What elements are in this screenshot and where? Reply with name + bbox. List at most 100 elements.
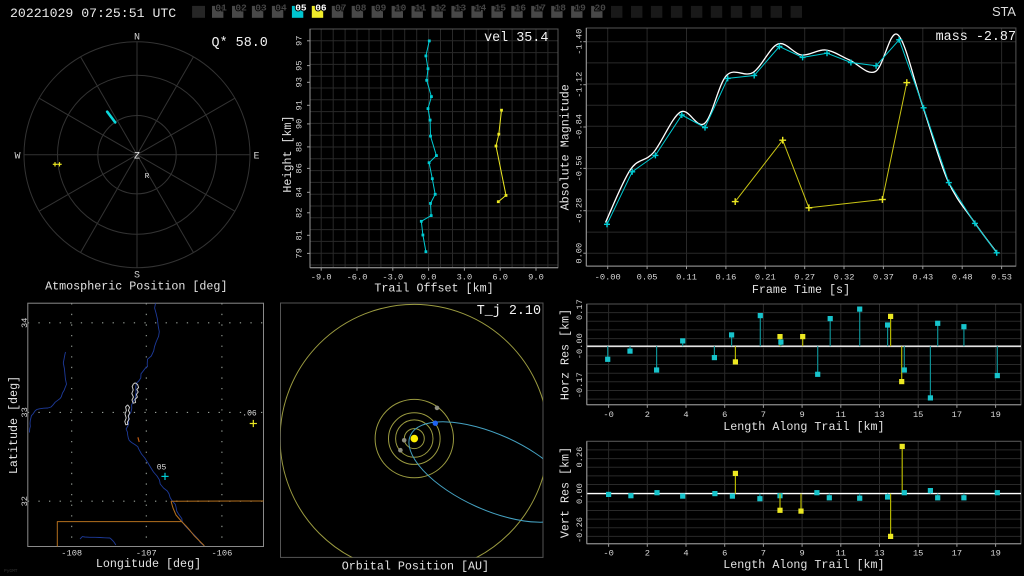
svg-text:6: 6 xyxy=(722,549,727,559)
svg-text:95: 95 xyxy=(295,60,305,70)
svg-text:0.00: 0.00 xyxy=(575,243,585,264)
svg-text:05: 05 xyxy=(157,464,167,473)
svg-text:Horz Res [km]: Horz Res [km] xyxy=(559,309,573,400)
svg-text:15: 15 xyxy=(913,410,923,420)
svg-text:0.16: 0.16 xyxy=(715,273,736,283)
svg-text:86: 86 xyxy=(295,163,305,173)
svg-text:4: 4 xyxy=(683,549,688,559)
svg-text:90: 90 xyxy=(295,119,305,129)
svg-text:20221029 07:25:51 UTC: 20221029 07:25:51 UTC xyxy=(10,6,176,21)
svg-text:-0: -0 xyxy=(603,410,613,420)
svg-text:0.11: 0.11 xyxy=(676,273,697,283)
svg-text:20: 20 xyxy=(594,2,606,13)
svg-text:11: 11 xyxy=(836,410,846,420)
svg-text:0.21: 0.21 xyxy=(755,273,776,283)
svg-text:9.0: 9.0 xyxy=(528,273,544,283)
svg-text:82: 82 xyxy=(295,208,305,218)
svg-text:0.37: 0.37 xyxy=(873,273,894,283)
svg-text:-1.12: -1.12 xyxy=(575,72,585,98)
svg-text:07: 07 xyxy=(335,2,347,13)
svg-text:06: 06 xyxy=(315,2,327,13)
svg-text:13: 13 xyxy=(455,2,467,13)
svg-text:01: 01 xyxy=(215,2,227,13)
svg-text:E: E xyxy=(253,151,259,162)
svg-text:PyGMT: PyGMT xyxy=(4,568,18,574)
svg-text:STA: STA xyxy=(992,4,1016,19)
svg-text:14: 14 xyxy=(475,2,487,13)
svg-text:-9.0: -9.0 xyxy=(311,273,332,283)
svg-text:33: 33 xyxy=(20,407,30,417)
svg-text:7: 7 xyxy=(761,410,766,420)
svg-text:6.0: 6.0 xyxy=(492,273,508,283)
svg-text:Longitude [deg]: Longitude [deg] xyxy=(96,557,201,571)
svg-text:91: 91 xyxy=(295,100,305,110)
svg-text:11: 11 xyxy=(836,549,846,559)
svg-text:Height [km]: Height [km] xyxy=(281,115,295,192)
svg-text:-0.17: -0.17 xyxy=(575,372,585,398)
svg-text:vel 35.4: vel 35.4 xyxy=(484,31,548,46)
svg-text:0.53: 0.53 xyxy=(991,273,1012,283)
svg-text:17: 17 xyxy=(952,549,962,559)
svg-text:-0: -0 xyxy=(603,549,613,559)
svg-text:88: 88 xyxy=(295,142,305,152)
svg-text:7: 7 xyxy=(761,549,766,559)
svg-text:Length Along Trail [km]: Length Along Trail [km] xyxy=(723,558,884,572)
svg-text:84: 84 xyxy=(295,187,305,197)
svg-text:10: 10 xyxy=(395,2,407,13)
svg-text:03: 03 xyxy=(255,2,267,13)
svg-text:-0.84: -0.84 xyxy=(575,114,585,140)
svg-text:15: 15 xyxy=(913,549,923,559)
svg-text:-108: -108 xyxy=(61,548,82,558)
svg-text:09: 09 xyxy=(375,2,387,13)
svg-text:12: 12 xyxy=(435,2,447,13)
svg-text:T_j 2.10: T_j 2.10 xyxy=(477,304,541,319)
svg-text:.06: .06 xyxy=(242,410,257,419)
svg-text:13: 13 xyxy=(874,549,884,559)
svg-text:13: 13 xyxy=(874,410,884,420)
svg-text:97: 97 xyxy=(295,36,305,46)
svg-text:mass -2.87: mass -2.87 xyxy=(936,30,1016,45)
svg-text:34: 34 xyxy=(20,318,30,328)
svg-text:15: 15 xyxy=(495,2,507,13)
svg-text:Frame Time [s]: Frame Time [s] xyxy=(752,283,850,297)
svg-text:19: 19 xyxy=(574,2,586,13)
svg-text:08: 08 xyxy=(355,2,367,13)
svg-text:93: 93 xyxy=(295,77,305,87)
svg-text:17: 17 xyxy=(535,2,547,13)
svg-text:9: 9 xyxy=(799,549,804,559)
svg-text:Z: Z xyxy=(134,151,140,162)
svg-text:81: 81 xyxy=(295,230,305,240)
svg-text:-6.0: -6.0 xyxy=(347,273,368,283)
svg-text:04: 04 xyxy=(275,2,287,13)
svg-text:0.00: 0.00 xyxy=(575,483,585,504)
svg-text:18: 18 xyxy=(555,2,567,13)
svg-text:-1.40: -1.40 xyxy=(575,29,585,55)
svg-text:0.43: 0.43 xyxy=(912,273,933,283)
svg-text:6: 6 xyxy=(722,410,727,420)
svg-text:32: 32 xyxy=(20,496,30,506)
svg-text:0.48: 0.48 xyxy=(952,273,973,283)
svg-text:05: 05 xyxy=(295,2,307,13)
svg-text:11: 11 xyxy=(415,2,427,13)
svg-text:R: R xyxy=(145,173,150,181)
svg-text:-106: -106 xyxy=(211,548,232,558)
svg-text:19: 19 xyxy=(990,549,1000,559)
svg-text:79: 79 xyxy=(295,248,305,258)
svg-text:-0.28: -0.28 xyxy=(575,198,585,224)
svg-text:Q* 58.0: Q* 58.0 xyxy=(212,36,268,51)
svg-text:02: 02 xyxy=(235,2,247,13)
svg-text:17: 17 xyxy=(952,410,962,420)
svg-text:2: 2 xyxy=(645,410,650,420)
svg-text:-0.56: -0.56 xyxy=(575,155,585,181)
svg-text:-0.00: -0.00 xyxy=(575,333,585,359)
svg-text:0.05: 0.05 xyxy=(637,273,658,283)
svg-text:Absolute Magnitude: Absolute Magnitude xyxy=(559,84,573,210)
svg-text:2: 2 xyxy=(645,549,650,559)
svg-text:9: 9 xyxy=(799,410,804,420)
svg-text:Latitude [deg]: Latitude [deg] xyxy=(7,376,21,474)
svg-text:N: N xyxy=(134,33,140,44)
svg-text:Atmospheric Position [deg]: Atmospheric Position [deg] xyxy=(45,280,227,294)
svg-text:Orbital Position [AU]: Orbital Position [AU] xyxy=(342,560,489,574)
svg-text:W: W xyxy=(14,151,20,162)
svg-text:0.27: 0.27 xyxy=(794,273,815,283)
